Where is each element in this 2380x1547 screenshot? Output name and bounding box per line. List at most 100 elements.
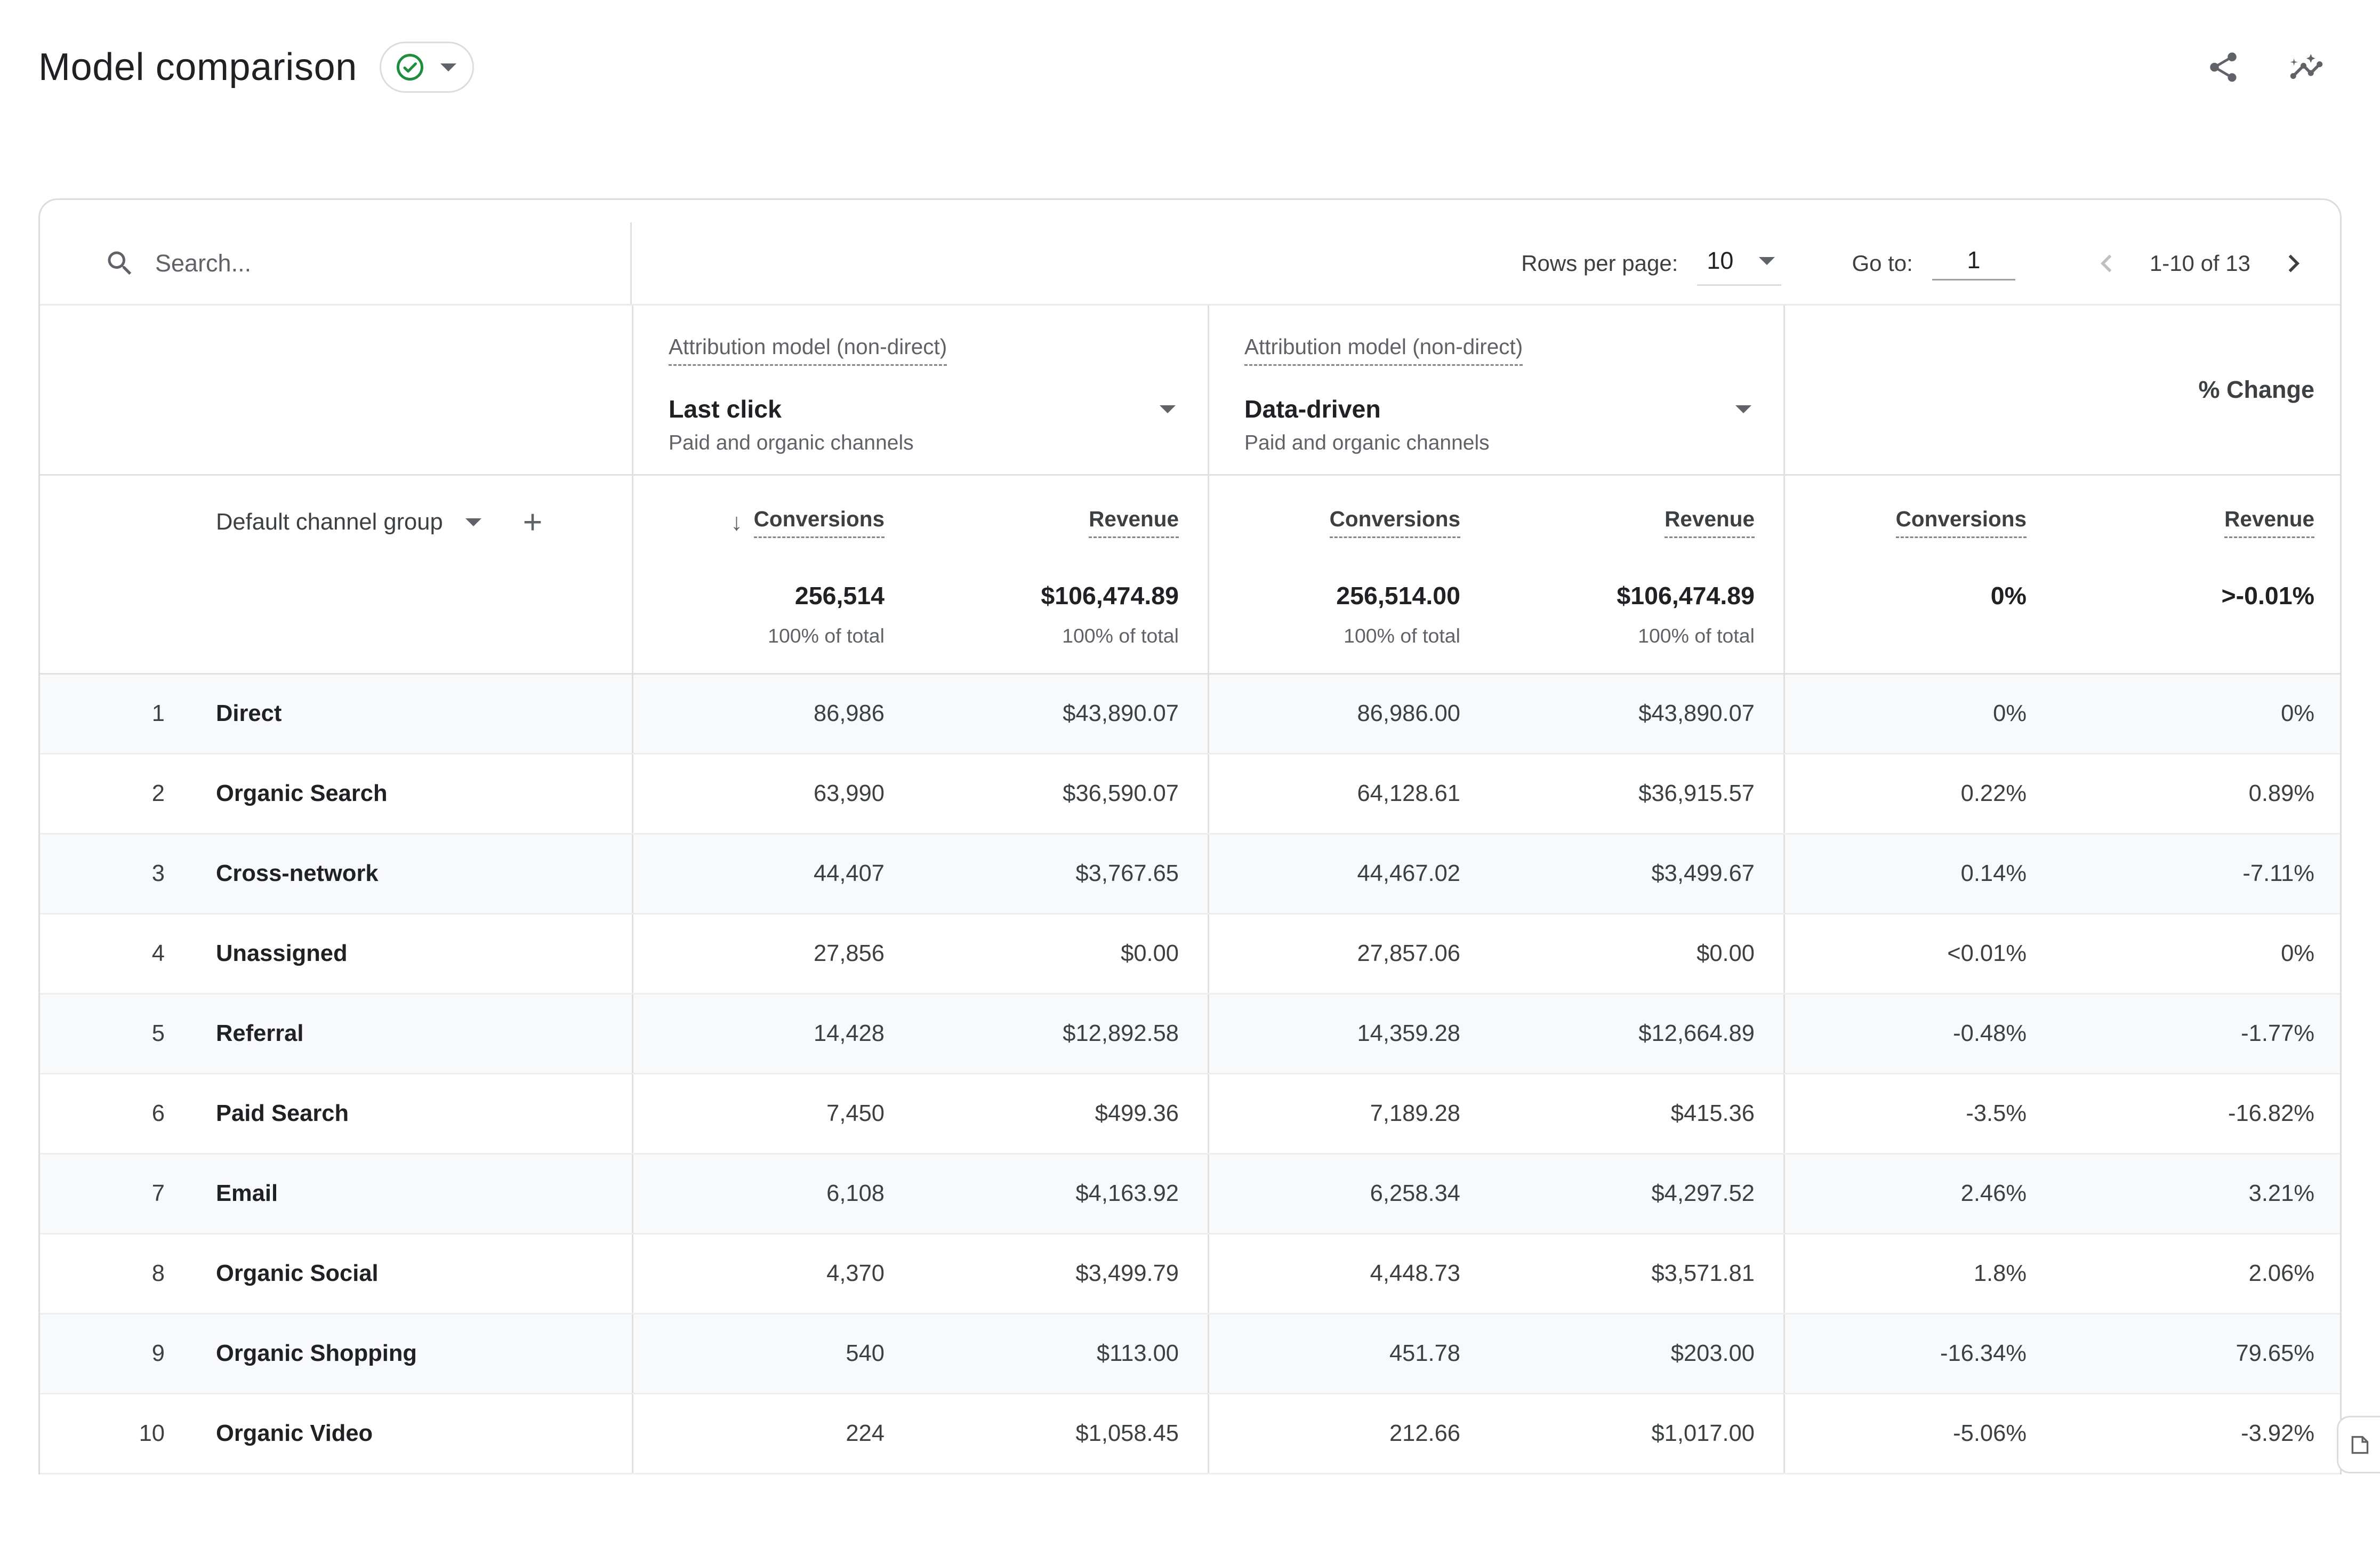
lastclick-revenue-value: $4,163.92 (913, 1155, 1208, 1233)
rows-per-page-label: Rows per page: (1521, 251, 1678, 276)
change-revenue-value: 0% (2055, 915, 2342, 993)
datadriven-revenue-value: $0.00 (1489, 915, 1783, 993)
datadriven-revenue-value: $36,915.57 (1489, 755, 1783, 833)
lastclick-conversions-value: 6,108 (632, 1155, 913, 1233)
datadriven-conversions-value: 4,448.73 (1208, 1235, 1489, 1313)
table-row: 5 Referral 14,428 $12,892.58 14,359.28 $… (40, 995, 2340, 1075)
change-column-group: % Change (1783, 306, 2342, 474)
row-index: 7 (40, 1181, 168, 1207)
previous-page-button[interactable] (2086, 243, 2127, 284)
totals-model1-conversions: 256,514 100% of total (632, 568, 913, 673)
change-conversions-value: 2.46% (1783, 1155, 2055, 1233)
channel-name: Cross-network (168, 861, 632, 887)
chevron-down-icon (440, 63, 456, 71)
change-revenue-value: 0.89% (2055, 755, 2342, 833)
feedback-tab[interactable] (2337, 1416, 2380, 1473)
lastclick-conversions-value: 7,450 (632, 1075, 913, 1153)
search-box (40, 222, 632, 304)
column-label: Conversions (1330, 507, 1460, 538)
lastclick-revenue-value: $3,499.79 (913, 1235, 1208, 1313)
datadriven-conversions-value: 7,189.28 (1208, 1075, 1489, 1153)
model-2-header-label: Attribution model (non-direct) (1244, 334, 1523, 366)
row-index: 2 (40, 781, 168, 807)
add-dimension-button[interactable]: + (523, 506, 543, 539)
row-index: 10 (40, 1421, 168, 1447)
column-header-row: Default channel group + ↓ Conversions Re… (40, 476, 2340, 568)
model1-conversions-header[interactable]: ↓ Conversions (632, 476, 913, 568)
table-row: 3 Cross-network 44,407 $3,767.65 44,467.… (40, 835, 2340, 915)
change-revenue-value: 79.65% (2055, 1314, 2342, 1393)
total-subtext: 100% of total (1062, 624, 1208, 647)
channel-name: Organic Social (168, 1261, 632, 1287)
channel-name: Unassigned (168, 941, 632, 967)
row-index: 9 (40, 1341, 168, 1367)
toolbar-right: Rows per page: 10 Go to: 1-10 of 13 (632, 222, 2340, 304)
comparison-table-card: Rows per page: 10 Go to: 1-10 of 13 (38, 198, 2342, 1474)
change-conversions-value: -5.06% (1783, 1394, 2055, 1473)
chevron-down-icon[interactable] (1735, 405, 1751, 413)
lastclick-conversions-value: 540 (632, 1314, 913, 1393)
table-row: 6 Paid Search 7,450 $499.36 7,189.28 $41… (40, 1075, 2340, 1155)
lastclick-conversions-value: 224 (632, 1394, 913, 1473)
lastclick-conversions-value: 86,986 (632, 675, 913, 753)
percent-change-header: % Change (2198, 376, 2314, 404)
model-1-subtitle: Paid and organic channels (669, 431, 1176, 455)
total-subtext: 100% of total (768, 624, 913, 647)
row-index: 8 (40, 1261, 168, 1287)
dimension-label[interactable]: Default channel group (216, 509, 443, 535)
change-revenue-value: 0% (2055, 675, 2342, 753)
table-toolbar: Rows per page: 10 Go to: 1-10 of 13 (40, 222, 2340, 306)
totals-model1-revenue: $106,474.89 100% of total (913, 568, 1208, 673)
model-2-subtitle: Paid and organic channels (1244, 431, 1751, 455)
model-comparison-page: Model comparison (0, 0, 2380, 1547)
total-subtext: 100% of total (1344, 624, 1489, 647)
go-to-group: Go to: (1852, 246, 2015, 280)
chevron-down-icon[interactable] (465, 518, 481, 526)
insights-icon[interactable] (2287, 48, 2326, 86)
report-status-badge[interactable] (380, 42, 474, 93)
channel-name: Organic Video (168, 1421, 632, 1447)
model1-revenue-header[interactable]: Revenue (913, 476, 1208, 568)
totals-spacer (40, 568, 168, 673)
column-label: Revenue (1089, 507, 1179, 538)
go-to-page-input[interactable] (1932, 246, 2015, 280)
totals-change-conversions: 0% (1783, 568, 2055, 673)
datadriven-conversions-value: 6,258.34 (1208, 1155, 1489, 1233)
page-header: Model comparison (0, 0, 2380, 93)
datadriven-revenue-value: $3,499.67 (1489, 835, 1783, 913)
table-row: 4 Unassigned 27,856 $0.00 27,857.06 $0.0… (40, 915, 2340, 995)
lastclick-revenue-value: $43,890.07 (913, 675, 1208, 753)
datadriven-revenue-value: $1,017.00 (1489, 1394, 1783, 1473)
change-revenue-value: -1.77% (2055, 995, 2342, 1073)
change-conversions-value: 0.22% (1783, 755, 2055, 833)
chevron-down-icon[interactable] (1160, 405, 1176, 413)
column-label: Conversions (1896, 507, 2027, 538)
model2-revenue-header[interactable]: Revenue (1489, 476, 1783, 568)
model2-conversions-header[interactable]: Conversions (1208, 476, 1489, 568)
change-conversions-value: -3.5% (1783, 1075, 2055, 1153)
change-conversions-header[interactable]: Conversions (1783, 476, 2055, 568)
model-2-selector: Attribution model (non-direct) Data-driv… (1208, 306, 1783, 474)
lastclick-revenue-value: $3,767.65 (913, 835, 1208, 913)
datadriven-revenue-value: $203.00 (1489, 1314, 1783, 1393)
next-page-button[interactable] (2273, 243, 2314, 284)
change-revenue-header[interactable]: Revenue (2055, 476, 2342, 568)
datadriven-revenue-value: $43,890.07 (1489, 675, 1783, 753)
page-title: Model comparison (38, 45, 357, 89)
rows-per-page-value: 10 (1707, 247, 1733, 275)
rows-per-page-select[interactable]: 10 (1697, 241, 1781, 286)
totals-model2-conversions: 256,514.00 100% of total (1208, 568, 1489, 673)
model-1-name: Last click (669, 395, 782, 423)
lastclick-revenue-value: $12,892.58 (913, 995, 1208, 1073)
datadriven-conversions-value: 27,857.06 (1208, 915, 1489, 993)
datadriven-revenue-value: $3,571.81 (1489, 1235, 1783, 1313)
table-row: 10 Organic Video 224 $1,058.45 212.66 $1… (40, 1394, 2340, 1474)
row-index: 4 (40, 941, 168, 967)
lastclick-conversions-value: 44,407 (632, 835, 913, 913)
page-curl-icon (2347, 1433, 2371, 1457)
search-input[interactable] (155, 250, 507, 277)
row-index: 1 (40, 701, 168, 727)
lastclick-conversions-value: 14,428 (632, 995, 913, 1073)
change-conversions-value: -0.48% (1783, 995, 2055, 1073)
share-icon[interactable] (2204, 48, 2242, 86)
